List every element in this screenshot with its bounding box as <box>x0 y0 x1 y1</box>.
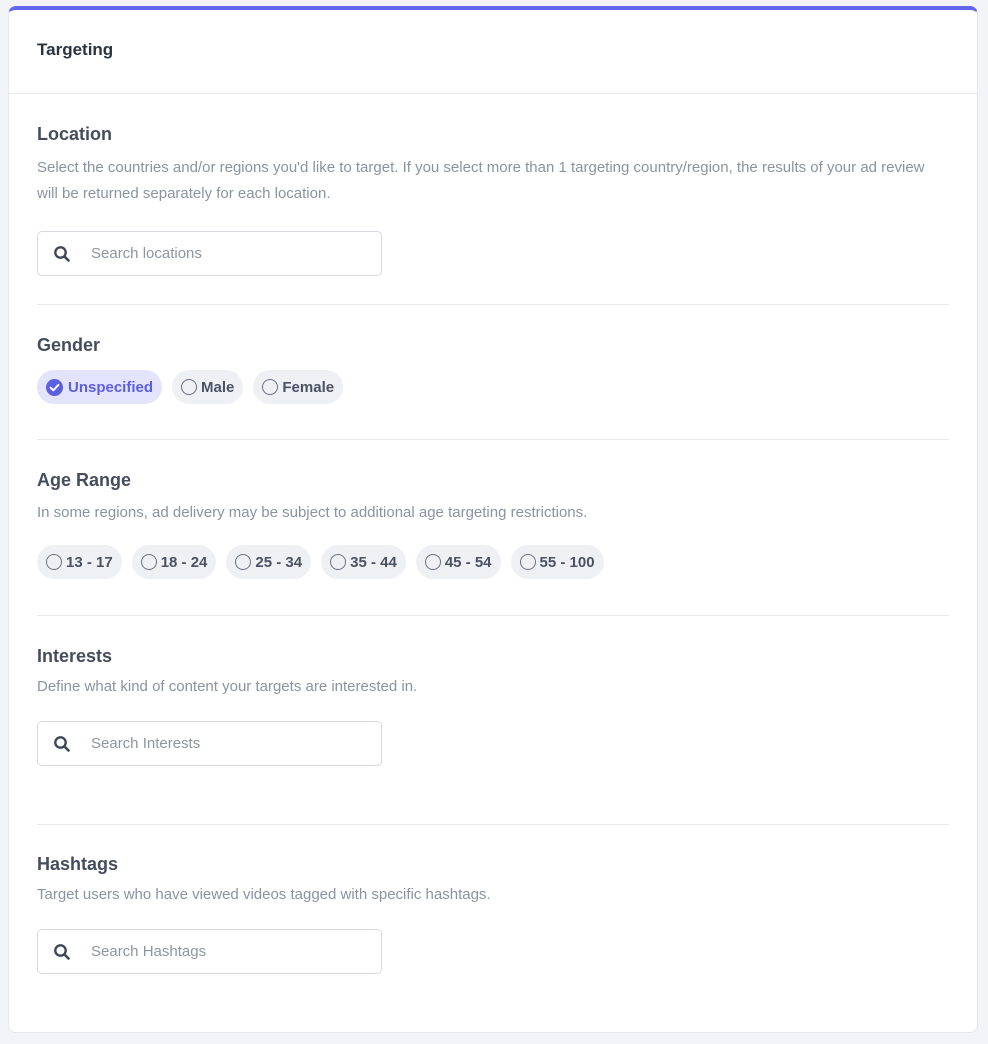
hashtags-search[interactable] <box>37 929 382 974</box>
age-option-13-17[interactable]: 13 - 17 <box>37 545 122 579</box>
interests-description: Define what kind of content your targets… <box>37 678 418 695</box>
radio-circle-icon <box>46 554 62 570</box>
radio-circle-icon <box>181 379 198 395</box>
interests-title: Interests <box>37 646 113 666</box>
age-range-description: In some regions, ad delivery may be subj… <box>37 504 588 521</box>
card-body: Location Select the countries and/or reg… <box>9 94 977 974</box>
gender-option-female[interactable]: Female <box>253 370 344 404</box>
gender-title: Gender <box>37 335 101 355</box>
age-range-options: 13 - 17 18 - 24 25 - 34 35 - 44 45 - 54 <box>37 545 949 579</box>
age-range-title: Age Range <box>37 470 132 490</box>
location-search-input[interactable] <box>89 244 373 263</box>
radio-circle-icon <box>140 554 157 570</box>
age-option-label: 13 - 17 <box>66 553 113 571</box>
radio-circle-icon <box>330 554 347 570</box>
targeting-card: Targeting Location Select the countries … <box>8 6 978 1033</box>
age-option-label: 35 - 44 <box>350 553 397 571</box>
radio-circle-icon <box>262 379 279 395</box>
hashtags-description: Target users who have viewed videos tagg… <box>37 886 491 903</box>
radio-circle-icon <box>235 554 252 570</box>
gender-option-label: Male <box>201 378 235 396</box>
age-option-18-24[interactable]: 18 - 24 <box>131 545 217 579</box>
search-icon <box>54 246 70 262</box>
hashtags-search-input[interactable] <box>89 942 373 961</box>
gender-option-male[interactable]: Male <box>172 370 244 404</box>
hashtags-section: Hashtags Target users who have viewed vi… <box>37 825 949 974</box>
age-option-label: 25 - 34 <box>255 553 303 571</box>
radio-circle-icon <box>424 554 441 570</box>
gender-options: Unspecified Male Female <box>37 370 949 404</box>
age-option-label: 45 - 54 <box>444 553 492 571</box>
hashtags-title: Hashtags <box>37 854 119 874</box>
age-option-55-100[interactable]: 55 - 100 <box>510 545 604 579</box>
check-circle-icon <box>46 378 63 396</box>
age-option-label: 55 - 100 <box>539 553 595 571</box>
interests-search[interactable] <box>37 721 382 766</box>
interests-search-input[interactable] <box>89 734 373 753</box>
age-option-25-34[interactable]: 25 - 34 <box>226 545 312 579</box>
gender-option-label: Unspecified <box>68 378 154 396</box>
location-section: Location Select the countries and/or reg… <box>37 94 949 305</box>
page-title: Targeting <box>37 40 114 59</box>
location-description: Select the countries and/or regions you'… <box>37 159 925 202</box>
search-icon <box>54 736 70 752</box>
location-title: Location <box>37 124 112 144</box>
age-option-45-54[interactable]: 45 - 54 <box>415 545 501 579</box>
gender-section: Gender Unspecified Male Female <box>37 305 949 440</box>
gender-option-label: Female <box>282 378 335 396</box>
age-range-section: Age Range In some regions, ad delivery m… <box>37 440 949 616</box>
card-header: Targeting <box>9 10 977 94</box>
radio-circle-icon <box>519 554 536 570</box>
interests-section: Interests Define what kind of content yo… <box>37 616 949 825</box>
age-option-label: 18 - 24 <box>160 553 208 571</box>
age-option-35-44[interactable]: 35 - 44 <box>321 545 406 579</box>
gender-option-unspecified[interactable]: Unspecified <box>37 370 163 404</box>
search-icon <box>54 944 70 960</box>
location-search[interactable] <box>37 231 382 276</box>
